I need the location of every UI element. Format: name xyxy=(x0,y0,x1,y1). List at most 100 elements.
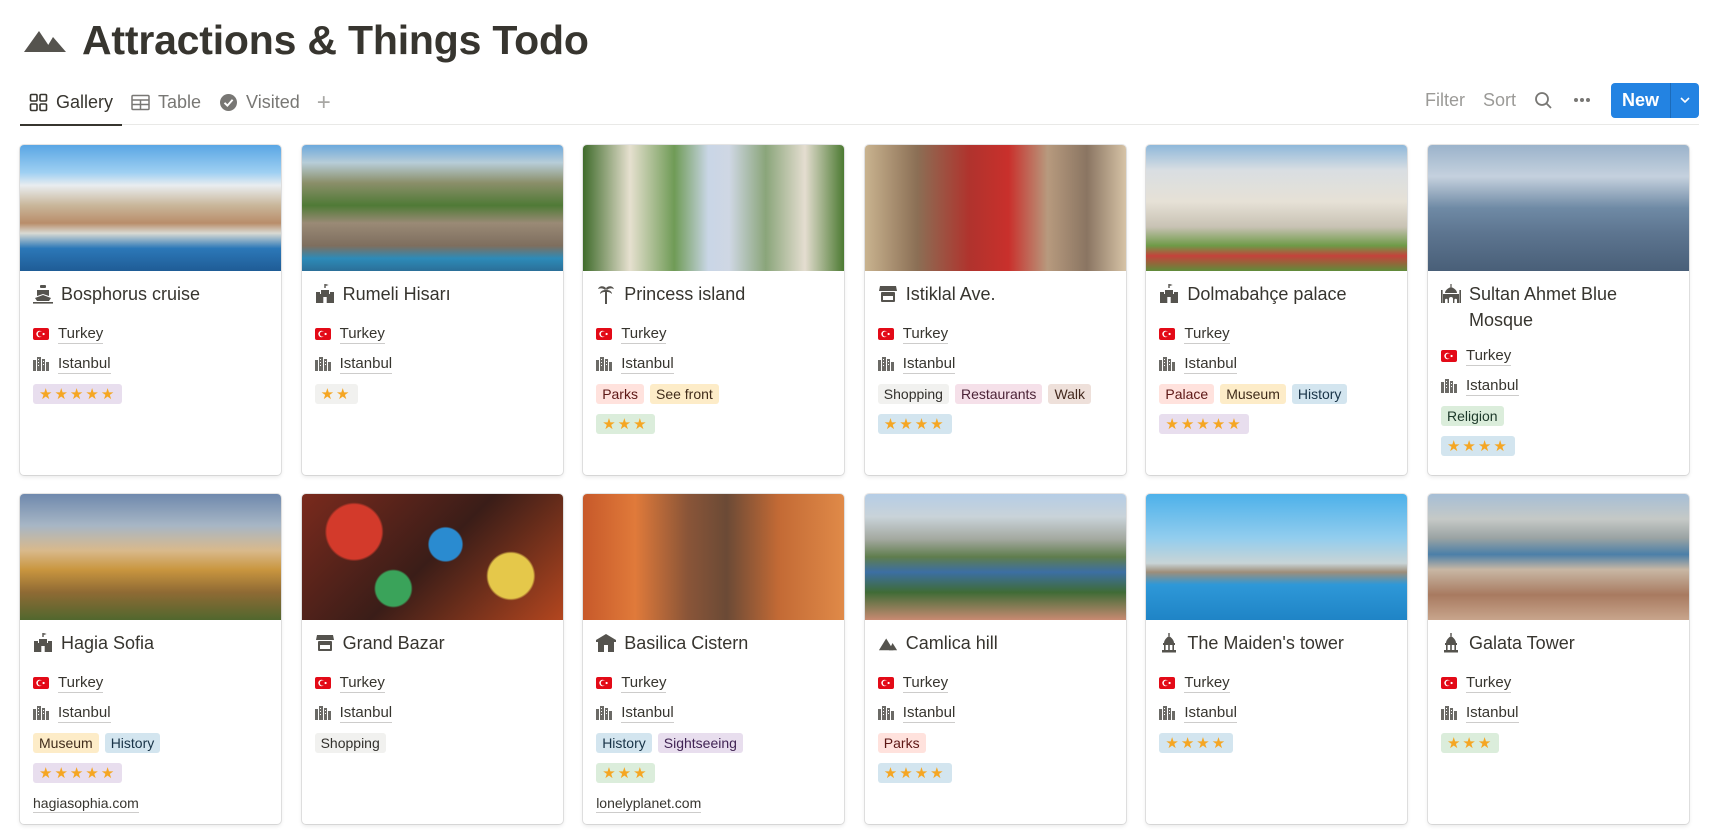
country-link[interactable]: Turkey xyxy=(58,325,104,344)
city-link[interactable]: Istanbul xyxy=(1184,355,1237,374)
rating-property: ★ ★ ★ xyxy=(596,409,831,439)
star-icon: ★ xyxy=(1462,438,1478,455)
star-icon: ★ xyxy=(39,765,55,782)
card-title-text: The Maiden's tower xyxy=(1187,633,1344,653)
tag-list: History Sightseeing xyxy=(596,733,743,753)
city-link[interactable]: Istanbul xyxy=(339,355,393,374)
card-body: Basilica Cistern Turkey Istanbul History… xyxy=(583,620,844,818)
city-buildings-icon xyxy=(1159,706,1176,720)
star-icon: ★ xyxy=(1165,416,1181,433)
gallery-card-2[interactable]: Rumeli Hisarı Turkey Istanbul ★ ★ xyxy=(301,145,563,475)
page-title[interactable]: Attractions & Things Todo xyxy=(82,17,589,64)
gallery-card-11[interactable]: The Maiden's tower Turkey Istanbul ★ ★ ★ ★ xyxy=(1146,494,1408,824)
city-link[interactable]: Istanbul xyxy=(1465,704,1519,723)
rating-property: ★ ★ ★ ★ ★ xyxy=(33,379,268,409)
star-icon: ★ xyxy=(602,765,618,782)
filter-button[interactable]: Filter xyxy=(1425,90,1465,111)
tags-property: Shopping Restaurants Walk xyxy=(877,379,1113,409)
gallery-card-10[interactable]: Camlica hill Turkey Istanbul Parks ★ ★ ★ ★ xyxy=(864,494,1126,824)
country-property: Turkey xyxy=(877,668,1113,698)
gallery-card-7[interactable]: Hagia Sofia Turkey Istanbul Museum Histor… xyxy=(20,494,281,824)
country-link[interactable]: Turkey xyxy=(1465,347,1512,366)
city-property: Istanbul xyxy=(1440,371,1676,401)
card-title: The Maiden's tower xyxy=(1159,630,1394,660)
card-title-text: Bosphorus cruise xyxy=(61,284,201,304)
view-actions: Filter Sort New xyxy=(1425,82,1699,118)
gallery-card-4[interactable]: Istiklal Ave. Turkey Istanbul Shopping Re… xyxy=(864,145,1126,475)
turkey-flag-icon xyxy=(1440,676,1457,690)
url-property: hagiasophia.com xyxy=(33,788,268,818)
tab-visited[interactable]: Visited xyxy=(210,80,309,125)
gallery-card-3[interactable]: Princess island Turkey Istanbul Parks See… xyxy=(583,145,845,475)
city-link[interactable]: Istanbul xyxy=(621,355,674,374)
website-link[interactable]: hagiasophia.com xyxy=(33,794,139,813)
city-link[interactable]: Istanbul xyxy=(58,355,111,374)
temple-icon xyxy=(596,633,617,653)
tags-property: Shopping xyxy=(314,728,550,758)
tag: Restaurants xyxy=(954,384,1043,404)
city-buildings-icon xyxy=(596,357,613,371)
city-link[interactable]: Istanbul xyxy=(58,704,111,723)
gallery-card-8[interactable]: Grand Bazar Turkey Istanbul Shopping xyxy=(301,494,563,824)
card-body: The Maiden's tower Turkey Istanbul ★ ★ ★ ★ xyxy=(1146,620,1407,758)
sort-button[interactable]: Sort xyxy=(1483,90,1516,111)
country-link[interactable]: Turkey xyxy=(902,325,949,344)
star-rating: ★ ★ ★ ★ xyxy=(877,414,952,434)
city-property: Istanbul xyxy=(1159,698,1394,728)
country-link[interactable]: Turkey xyxy=(902,674,949,693)
gallery-card-6[interactable]: Sultan Ahmet Blue Mosque Turkey Istanbul… xyxy=(1427,145,1689,475)
card-body: Princess island Turkey Istanbul Parks See… xyxy=(583,271,844,439)
turkey-flag-icon xyxy=(1440,349,1457,363)
country-link[interactable]: Turkey xyxy=(339,674,385,693)
tab-gallery[interactable]: Gallery xyxy=(20,80,123,126)
star-rating: ★ ★ ★ ★ ★ xyxy=(1159,414,1249,434)
gallery-card-5[interactable]: Dolmabahçe palace Turkey Istanbul Palace… xyxy=(1146,145,1408,475)
gallery-card-12[interactable]: Galata Tower Turkey Istanbul ★ ★ ★ xyxy=(1427,494,1689,824)
tab-label: Gallery xyxy=(56,92,114,112)
country-link[interactable]: Turkey xyxy=(58,674,104,693)
city-link[interactable]: Istanbul xyxy=(339,704,393,723)
country-link[interactable]: Turkey xyxy=(621,674,667,693)
new-button[interactable]: New xyxy=(1611,83,1670,118)
star-rating: ★ ★ ★ xyxy=(596,763,655,783)
gallery-card-9[interactable]: Basilica Cistern Turkey Istanbul History… xyxy=(583,494,845,824)
country-link[interactable]: Turkey xyxy=(1465,674,1512,693)
city-link[interactable]: Istanbul xyxy=(902,355,956,374)
tags-property: Parks See front xyxy=(596,379,831,409)
card-title: Istiklal Ave. xyxy=(878,281,1113,311)
gallery-card-1[interactable]: Bosphorus cruise Turkey Istanbul ★ ★ ★ ★ ★ xyxy=(20,145,281,475)
tags-property: History Sightseeing xyxy=(596,728,831,758)
tab-table[interactable]: Table xyxy=(122,80,210,125)
card-title: Dolmabahçe palace xyxy=(1159,281,1394,311)
tag: Shopping xyxy=(877,384,949,404)
chevron-down-icon[interactable] xyxy=(1670,82,1699,118)
card-cover-image xyxy=(583,494,845,620)
star-icon: ★ xyxy=(914,765,931,782)
add-view-button[interactable]: + xyxy=(309,80,339,125)
turkey-flag-icon xyxy=(33,327,49,341)
city-link[interactable]: Istanbul xyxy=(1465,377,1519,396)
country-link[interactable]: Turkey xyxy=(621,325,667,344)
city-link[interactable]: Istanbul xyxy=(1184,704,1237,723)
rating-property: ★ ★ ★ ★ xyxy=(1159,728,1394,758)
city-property: Istanbul xyxy=(1159,349,1394,379)
more-horizontal-icon[interactable] xyxy=(1573,97,1591,103)
star-rating: ★ ★ ★ xyxy=(1440,733,1500,753)
country-link[interactable]: Turkey xyxy=(1184,325,1230,344)
search-icon[interactable] xyxy=(1534,91,1553,110)
city-link[interactable]: Istanbul xyxy=(621,704,674,723)
city-link[interactable]: Istanbul xyxy=(902,704,956,723)
card-body: Camlica hill Turkey Istanbul Parks ★ ★ ★ ★ xyxy=(865,620,1126,788)
city-buildings-icon xyxy=(1440,706,1457,720)
mountain-icon[interactable] xyxy=(22,25,68,55)
tag: See front xyxy=(649,384,719,404)
country-link[interactable]: Turkey xyxy=(1184,674,1230,693)
website-link[interactable]: lonelyplanet.com xyxy=(596,794,702,813)
city-buildings-icon xyxy=(877,706,894,720)
tag: Religion xyxy=(1440,406,1504,426)
tag-list: Shopping Restaurants Walk xyxy=(877,384,1092,404)
star-icon: ★ xyxy=(930,416,946,433)
view-tabs: Gallery Table Visited + xyxy=(20,80,339,126)
card-title: Basilica Cistern xyxy=(596,630,831,660)
country-link[interactable]: Turkey xyxy=(339,325,385,344)
